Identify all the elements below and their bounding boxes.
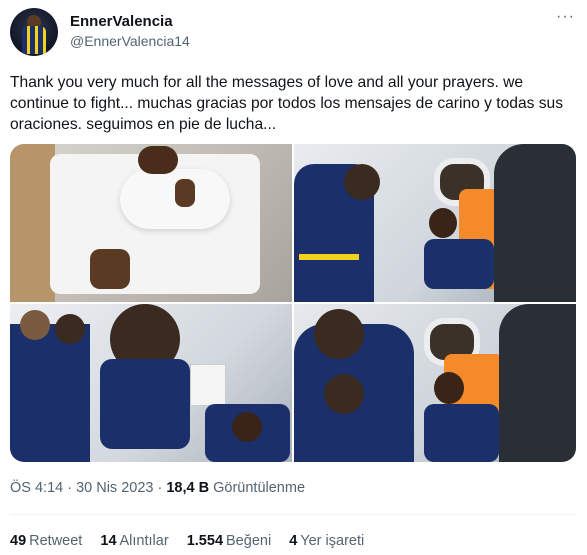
avatar-jersey (22, 26, 46, 54)
stat-quotes[interactable]: 14 Alıntılar (100, 533, 168, 549)
photo-hand (90, 249, 130, 289)
photo-thumbs-up (175, 179, 195, 207)
views-label: Görüntülenme (209, 480, 306, 496)
photo-head-g (434, 372, 464, 404)
avatar[interactable] (10, 8, 58, 56)
photo-seat-back (494, 144, 576, 302)
more-options-icon[interactable]: ··· (556, 8, 575, 26)
photo-center-player (100, 359, 190, 449)
photo-head-d (232, 412, 262, 442)
photo-airplane-1[interactable] (294, 144, 576, 302)
tweet-timestamp[interactable]: ÖS 4:14 · 30 Nis 2023 · (10, 480, 166, 496)
bookmarks-count: 4 (289, 533, 298, 549)
photo-seat-back-2 (499, 304, 576, 462)
media-grid (10, 144, 576, 462)
stat-bookmarks[interactable]: 4 Yer işareti (289, 533, 364, 549)
tweet-meta: ÖS 4:14 · 30 Nis 2023 · 18,4 B Görüntüle… (10, 480, 305, 496)
photo-left-player (10, 324, 90, 462)
photo-seated-player (424, 239, 494, 289)
likes-label: Beğeni (226, 533, 272, 549)
photo-head (138, 146, 178, 174)
bookmarks-label: Yer işareti (300, 533, 365, 549)
engagement-stats: 49 Retweet 14 Alıntılar 1.554 Beğeni 4 Yer i… (10, 533, 378, 549)
quotes-label: Alıntılar (119, 533, 169, 549)
photo-head-2 (429, 208, 457, 238)
quotes-count: 14 (100, 533, 117, 549)
photo-head-f (324, 374, 364, 414)
photo-stripe (299, 254, 359, 260)
photo-head-b (55, 314, 85, 344)
retweets-count: 49 (10, 533, 27, 549)
photo-seated-player-2 (424, 404, 499, 462)
photo-head-a (20, 310, 50, 340)
views-count: 18,4 B (166, 480, 210, 496)
author-handle[interactable]: @EnnerValencia14 (70, 33, 190, 49)
photo-airplane-2[interactable] (10, 304, 292, 462)
photo-head-1 (344, 164, 380, 200)
divider (10, 514, 576, 515)
tweet-text: Thank you very much for all the messages… (10, 74, 564, 133)
photo-headrest (190, 364, 226, 406)
photo-head-e (314, 309, 364, 359)
stat-likes[interactable]: 1.554 Beğeni (187, 533, 271, 549)
stat-retweets[interactable]: 49 Retweet (10, 533, 82, 549)
author-name[interactable]: EnnerValencia (70, 13, 173, 30)
retweets-label: Retweet (29, 533, 83, 549)
photo-airplane-3[interactable] (294, 304, 576, 462)
likes-count: 1.554 (186, 533, 224, 549)
photo-hospital-bed[interactable] (10, 144, 292, 302)
photo-wall-panel (10, 144, 55, 302)
